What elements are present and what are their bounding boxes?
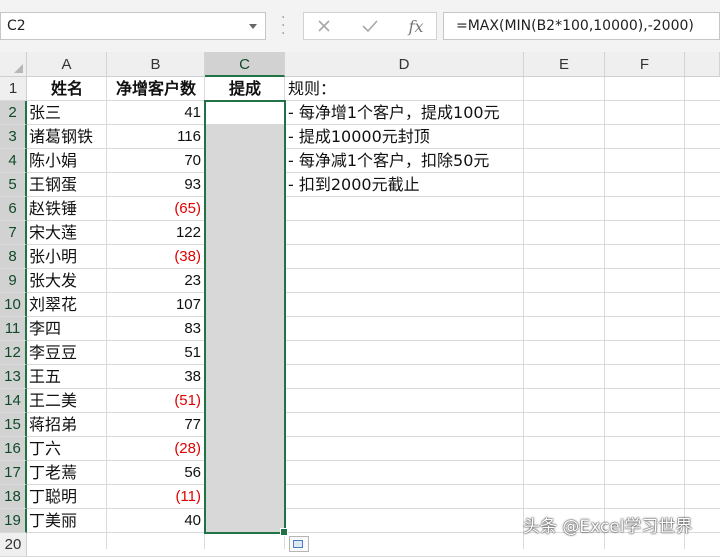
formula-bar: C2 · · · fx =MAX(MIN(B2*100,10000),-2000) <box>0 0 720 52</box>
rule-line[interactable]: - 提成10000元封顶 <box>286 125 524 149</box>
row-header-18[interactable]: 18 <box>0 485 27 509</box>
cell-name[interactable]: 王二美 <box>27 389 107 413</box>
column-header-c[interactable]: C <box>205 52 285 77</box>
cell-net-customers[interactable]: 116 <box>107 125 205 149</box>
select-all-button[interactable] <box>0 52 27 77</box>
selected-range-fill <box>205 101 285 533</box>
row-header-1[interactable]: 1 <box>0 77 27 101</box>
rule-line[interactable]: - 每净减1个客户，扣除50元 <box>286 149 524 173</box>
row-header-5[interactable]: 5 <box>0 173 27 197</box>
cell-net-customers[interactable]: 40 <box>107 509 205 533</box>
cell-net-customers[interactable]: 41 <box>107 101 205 125</box>
row-header-7[interactable]: 7 <box>0 221 27 245</box>
row-header-11[interactable]: 11 <box>0 317 27 341</box>
row-header-10[interactable]: 10 <box>0 293 27 317</box>
name-box-value: C2 <box>7 18 26 34</box>
rules-title[interactable]: 规则： <box>286 77 524 101</box>
cell-name[interactable]: 王五 <box>27 365 107 389</box>
cell-name[interactable]: 张三 <box>27 101 107 125</box>
row-header-13[interactable]: 13 <box>0 365 27 389</box>
column-header-f[interactable]: F <box>605 52 685 77</box>
cell-name[interactable]: 李四 <box>27 317 107 341</box>
column-header-g[interactable] <box>685 52 720 77</box>
row-header-4[interactable]: 4 <box>0 149 27 173</box>
cell-name[interactable]: 丁聪明 <box>27 485 107 509</box>
cell-name[interactable]: 刘翠花 <box>27 293 107 317</box>
cell-net-customers[interactable]: (38) <box>107 245 205 269</box>
cell-name[interactable]: 宋大莲 <box>27 221 107 245</box>
cell-name[interactable]: 丁美丽 <box>27 509 107 533</box>
formula-input[interactable]: =MAX(MIN(B2*100,10000),-2000) <box>443 12 720 40</box>
formula-text: =MAX(MIN(B2*100,10000),-2000) <box>456 18 694 34</box>
row-header-8[interactable]: 8 <box>0 245 27 269</box>
gridline <box>604 77 605 549</box>
cell-net-customers[interactable]: 83 <box>107 317 205 341</box>
row-header-17[interactable]: 17 <box>0 461 27 485</box>
cell-name[interactable]: 张小明 <box>27 245 107 269</box>
cell-net-customers[interactable]: 23 <box>107 269 205 293</box>
row-header-15[interactable]: 15 <box>0 413 27 437</box>
row-header-2[interactable]: 2 <box>0 101 27 125</box>
column-header-d[interactable]: D <box>285 52 524 77</box>
cell-name[interactable]: 诸葛钢铁 <box>27 125 107 149</box>
cell-net-customers[interactable]: (65) <box>107 197 205 221</box>
row-header-6[interactable]: 6 <box>0 197 27 221</box>
cell-net-customers[interactable]: 77 <box>107 413 205 437</box>
drag-handle-icon[interactable]: · · · <box>281 11 285 41</box>
cancel-icon[interactable] <box>308 15 340 37</box>
gridline <box>684 77 685 549</box>
chevron-down-icon[interactable] <box>249 24 257 29</box>
name-box[interactable]: C2 <box>0 12 266 40</box>
cell-name[interactable]: 赵铁锤 <box>27 197 107 221</box>
cell-net-customers[interactable]: 93 <box>107 173 205 197</box>
cell-name[interactable]: 蒋招弟 <box>27 413 107 437</box>
formula-buttons: fx <box>303 12 437 40</box>
enter-check-icon[interactable] <box>354 15 386 37</box>
cell-net-customers[interactable]: (11) <box>107 485 205 509</box>
cell-name[interactable]: 陈小娟 <box>27 149 107 173</box>
fx-label: fx <box>408 16 424 36</box>
column-header-b[interactable]: B <box>107 52 205 77</box>
rule-line[interactable]: - 扣到2000元截止 <box>286 173 524 197</box>
cell-name[interactable]: 张大发 <box>27 269 107 293</box>
active-cell <box>205 101 285 124</box>
cell-name[interactable]: 王钢蛋 <box>27 173 107 197</box>
watermark: 头条 @Excel学习世界 <box>523 517 693 537</box>
cell-net-customers[interactable]: 38 <box>107 365 205 389</box>
spreadsheet-grid: A B C D E F 1 2 3 4 5 6 7 8 9 10 11 12 13 14 15 16 17 18 19 20 姓名净… <box>0 52 720 557</box>
cell-b1-net-header[interactable]: 净增客户数 <box>107 77 205 101</box>
rule-line[interactable]: - 每净增1个客户，提成100元 <box>286 101 524 125</box>
row-header-3[interactable]: 3 <box>0 125 27 149</box>
column-header-a[interactable]: A <box>27 52 107 77</box>
cell-name[interactable]: 李豆豆 <box>27 341 107 365</box>
row-header-16[interactable]: 16 <box>0 437 27 461</box>
cell-net-customers[interactable]: 107 <box>107 293 205 317</box>
column-header-e[interactable]: E <box>524 52 605 77</box>
cell-a1-name-header[interactable]: 姓名 <box>27 77 107 101</box>
select-all-icon <box>14 64 23 73</box>
cell-net-customers[interactable]: (28) <box>107 437 205 461</box>
cell-name[interactable]: 丁老蔫 <box>27 461 107 485</box>
row-header-19[interactable]: 19 <box>0 509 27 533</box>
row-header-20[interactable]: 20 <box>0 533 27 557</box>
insert-function-icon[interactable]: fx <box>400 15 432 37</box>
cell-c1-bonus-header[interactable]: 提成 <box>205 77 285 101</box>
row-header-12[interactable]: 12 <box>0 341 27 365</box>
cell-net-customers[interactable]: 56 <box>107 461 205 485</box>
cell-net-customers[interactable]: 70 <box>107 149 205 173</box>
cell-name[interactable]: 丁六 <box>27 437 107 461</box>
row-header-14[interactable]: 14 <box>0 389 27 413</box>
row-header-9[interactable]: 9 <box>0 269 27 293</box>
cell-net-customers[interactable]: 51 <box>107 341 205 365</box>
cell-net-customers[interactable]: 122 <box>107 221 205 245</box>
cell-net-customers[interactable]: (51) <box>107 389 205 413</box>
quick-analysis-icon[interactable] <box>289 536 309 552</box>
quick-analysis-glyph <box>293 540 303 548</box>
